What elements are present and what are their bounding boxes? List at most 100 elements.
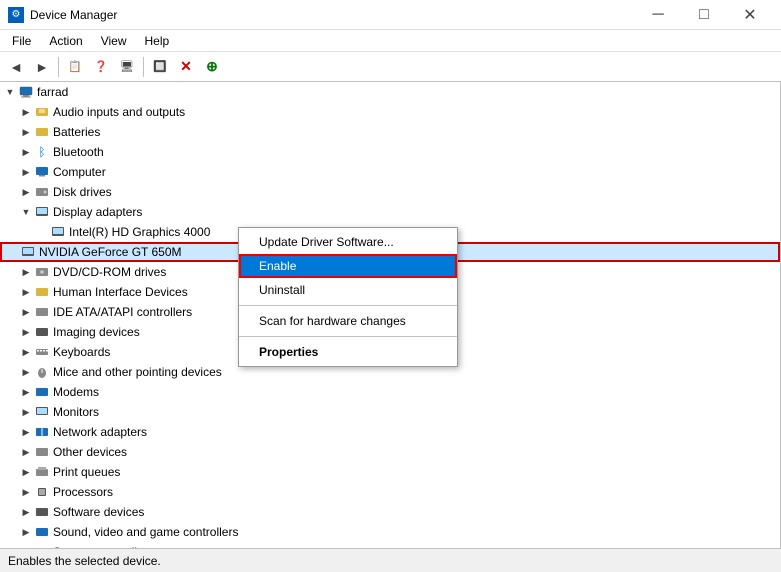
software-label: Software devices	[53, 505, 144, 519]
keyboards-label: Keyboards	[53, 345, 110, 359]
expand-displayadapters[interactable]: ▼	[18, 204, 34, 220]
minimize-button[interactable]: ─	[635, 0, 681, 30]
tree-item-storage[interactable]: ▶ Storage controllers	[0, 542, 780, 548]
expand-audio[interactable]: ▶	[18, 104, 34, 120]
diskdrives-icon	[34, 184, 50, 200]
tree-item-software[interactable]: ▶ Software devices	[0, 502, 780, 522]
monitors-icon	[34, 404, 50, 420]
expand-processors[interactable]: ▶	[18, 484, 34, 500]
menu-view[interactable]: View	[93, 32, 135, 50]
expand-farrad[interactable]: ▼	[2, 84, 18, 100]
tree-item-other[interactable]: ▶ Other devices	[0, 442, 780, 462]
toolbar: ◄ ► 📋 ❓ 🖥 🔲 ✕ ⊕	[0, 52, 781, 82]
expand-diskdrives[interactable]: ▶	[18, 184, 34, 200]
back-button[interactable]: ◄	[4, 55, 28, 79]
status-text: Enables the selected device.	[8, 554, 161, 568]
ide-icon	[34, 304, 50, 320]
expand-hid[interactable]: ▶	[18, 284, 34, 300]
nvidia-icon	[20, 244, 36, 260]
toolbar-separator-2	[143, 57, 144, 77]
tree-item-batteries[interactable]: ▶ Batteries	[0, 122, 780, 142]
uninstall-button[interactable]: ✕	[174, 55, 198, 79]
expand-software[interactable]: ▶	[18, 504, 34, 520]
print-icon	[34, 464, 50, 480]
expand-sound[interactable]: ▶	[18, 524, 34, 540]
menu-help[interactable]: Help	[137, 32, 178, 50]
processors-label: Processors	[53, 485, 113, 499]
keyboards-icon	[34, 344, 50, 360]
device-info-button[interactable]: 🖥	[115, 55, 139, 79]
forward-button[interactable]: ►	[30, 55, 54, 79]
audio-icon	[34, 104, 50, 120]
displayadapters-label: Display adapters	[53, 205, 142, 219]
tree-item-processors[interactable]: ▶ Processors	[0, 482, 780, 502]
software-icon	[34, 504, 50, 520]
farrad-label: farrad	[37, 85, 68, 99]
menu-file[interactable]: File	[4, 32, 39, 50]
main-area: ▼ farrad ▶ Audio inputs and outputs ▶ Ba…	[0, 82, 781, 548]
diskdrives-label: Disk drives	[53, 185, 112, 199]
sound-icon	[34, 524, 50, 540]
expand-print[interactable]: ▶	[18, 464, 34, 480]
title-bar: ⚙ Device Manager ─ □ ✕	[0, 0, 781, 30]
close-button[interactable]: ✕	[727, 0, 773, 30]
imaging-label: Imaging devices	[53, 325, 140, 339]
dvd-icon	[34, 264, 50, 280]
disable-button[interactable]: 🔲	[148, 55, 172, 79]
ctx-scan[interactable]: Scan for hardware changes	[239, 309, 457, 333]
expand-keyboards[interactable]: ▶	[18, 344, 34, 360]
expand-batteries[interactable]: ▶	[18, 124, 34, 140]
properties-button[interactable]: 📋	[63, 55, 87, 79]
tree-item-bluetooth[interactable]: ▶ ᛒ Bluetooth	[0, 142, 780, 162]
expand-network[interactable]: ▶	[18, 424, 34, 440]
update-driver-button[interactable]: ❓	[89, 55, 113, 79]
window-controls: ─ □ ✕	[635, 0, 773, 30]
ctx-separator-2	[239, 336, 457, 337]
expand-computer[interactable]: ▶	[18, 164, 34, 180]
expand-mice[interactable]: ▶	[18, 364, 34, 380]
tree-item-diskdrives[interactable]: ▶ Disk drives	[0, 182, 780, 202]
expand-monitors[interactable]: ▶	[18, 404, 34, 420]
expand-other[interactable]: ▶	[18, 444, 34, 460]
tree-item-print[interactable]: ▶ Print queues	[0, 462, 780, 482]
computer-icon	[18, 84, 34, 100]
toolbar-separator-1	[58, 57, 59, 77]
bluetooth-icon: ᛒ	[34, 144, 50, 160]
tree-item-network[interactable]: ▶ Network adapters	[0, 422, 780, 442]
menu-action[interactable]: Action	[41, 32, 90, 50]
tree-item-displayadapters[interactable]: ▼ Display adapters	[0, 202, 780, 222]
ctx-uninstall[interactable]: Uninstall	[239, 278, 457, 302]
expand-dvd[interactable]: ▶	[18, 264, 34, 280]
modems-label: Modems	[53, 385, 99, 399]
expand-ide[interactable]: ▶	[18, 304, 34, 320]
expand-bluetooth[interactable]: ▶	[18, 144, 34, 160]
print-label: Print queues	[53, 465, 120, 479]
scan-button[interactable]: ⊕	[200, 55, 224, 79]
ctx-properties[interactable]: Properties	[239, 340, 457, 364]
ctx-update[interactable]: Update Driver Software...	[239, 230, 457, 254]
tree-item-farrad[interactable]: ▼ farrad	[0, 82, 780, 102]
tree-item-computer[interactable]: ▶ Computer	[0, 162, 780, 182]
imaging-icon	[34, 324, 50, 340]
displayadapters-icon	[34, 204, 50, 220]
intel-label: Intel(R) HD Graphics 4000	[69, 225, 210, 239]
other-label: Other devices	[53, 445, 127, 459]
tree-item-audio[interactable]: ▶ Audio inputs and outputs	[0, 102, 780, 122]
sound-label: Sound, video and game controllers	[53, 525, 238, 539]
dvd-label: DVD/CD-ROM drives	[53, 265, 166, 279]
modems-icon	[34, 384, 50, 400]
tree-item-sound[interactable]: ▶ Sound, video and game controllers	[0, 522, 780, 542]
tree-item-modems[interactable]: ▶ Modems	[0, 382, 780, 402]
bluetooth-label: Bluetooth	[53, 145, 104, 159]
tree-item-monitors[interactable]: ▶ Monitors	[0, 402, 780, 422]
expand-modems[interactable]: ▶	[18, 384, 34, 400]
network-label: Network adapters	[53, 425, 147, 439]
audio-label: Audio inputs and outputs	[53, 105, 185, 119]
expand-storage[interactable]: ▶	[18, 544, 34, 548]
storage-label: Storage controllers	[53, 545, 154, 548]
window-title: Device Manager	[30, 8, 635, 22]
other-icon	[34, 444, 50, 460]
expand-imaging[interactable]: ▶	[18, 324, 34, 340]
ctx-enable[interactable]: Enable	[239, 254, 457, 278]
maximize-button[interactable]: □	[681, 0, 727, 30]
